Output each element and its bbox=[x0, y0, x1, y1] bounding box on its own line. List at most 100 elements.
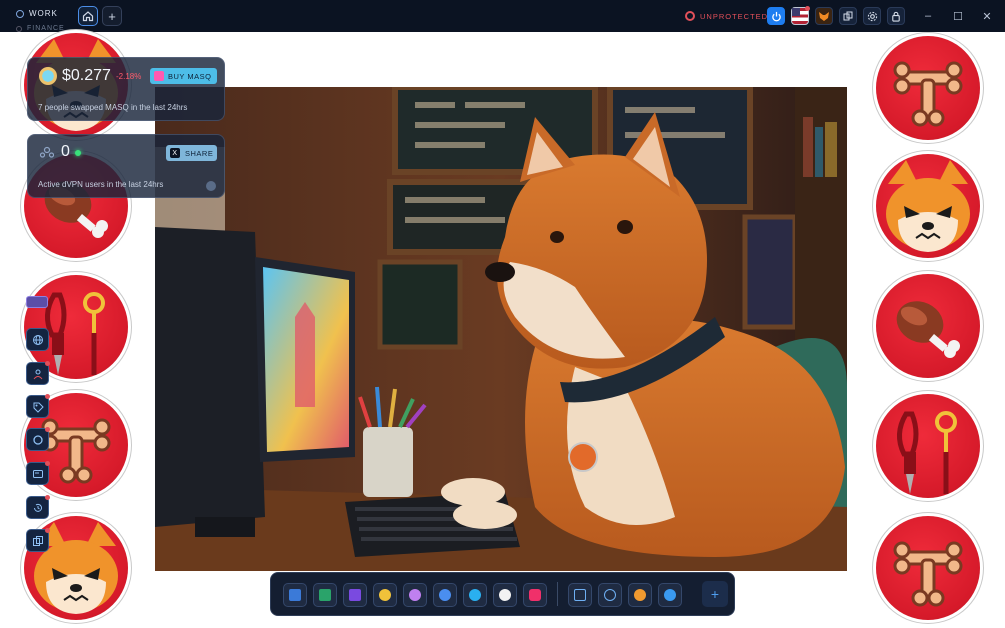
add-app-button[interactable]: + bbox=[702, 581, 728, 607]
bone-sticker bbox=[876, 36, 980, 140]
buy-masq-label: BUY MASQ bbox=[168, 71, 212, 81]
notification-dot bbox=[45, 361, 50, 366]
us-flag-icon bbox=[792, 8, 800, 16]
share-label: SHARE bbox=[185, 148, 214, 158]
share-button[interactable]: X SHARE bbox=[166, 145, 217, 161]
copy-files-button[interactable] bbox=[26, 528, 50, 552]
users-icon bbox=[39, 146, 55, 158]
price-change: -2.18% bbox=[116, 72, 142, 81]
ens-icon bbox=[439, 589, 451, 601]
dollar-icon bbox=[16, 25, 22, 32]
home-button[interactable] bbox=[78, 6, 98, 26]
close-icon: ✕ bbox=[982, 10, 992, 23]
wallet-extension-button[interactable] bbox=[815, 7, 833, 25]
notification-dot bbox=[45, 461, 50, 466]
dock-item-chart-app[interactable] bbox=[313, 583, 337, 607]
info-icon[interactable] bbox=[206, 181, 216, 191]
blue-app-icon bbox=[469, 589, 481, 601]
meat-sticker bbox=[876, 274, 980, 378]
opensea-icon bbox=[349, 589, 361, 601]
globe-icon bbox=[16, 9, 24, 18]
meat-icon bbox=[896, 301, 960, 358]
title-bar: WORK FINANCE + UNPROTECTED – ☐ ✕ bbox=[0, 0, 1005, 32]
dvpn-stats-text: Active dVPN users in the last 24hrs bbox=[38, 180, 164, 189]
shield-off-icon bbox=[685, 11, 695, 21]
workspace-work-label: WORK bbox=[29, 9, 58, 18]
globe-button[interactable] bbox=[26, 328, 49, 351]
region-flag-button[interactable] bbox=[791, 6, 810, 25]
dock-item-orange-app[interactable] bbox=[628, 583, 652, 607]
dock-item-app-store[interactable] bbox=[598, 583, 622, 607]
dock-item-opensea[interactable] bbox=[343, 583, 367, 607]
browser-icon bbox=[289, 589, 301, 601]
buy-masq-button[interactable]: BUY MASQ bbox=[150, 68, 217, 84]
shiba-at-computer-illustration bbox=[155, 87, 847, 571]
dock-item-lotus[interactable] bbox=[403, 583, 427, 607]
orange-app-icon bbox=[634, 589, 646, 601]
notification-dot bbox=[45, 394, 50, 399]
notification-dot bbox=[45, 427, 50, 432]
copy-icon bbox=[843, 11, 853, 21]
blue-diamond-icon bbox=[664, 589, 676, 601]
power-icon bbox=[771, 11, 781, 21]
token-price-widget[interactable]: $0.277 -2.18% BUY MASQ 7 people swapped … bbox=[27, 57, 225, 121]
shiba-face-sticker bbox=[876, 154, 980, 258]
workspace-work-tab[interactable]: WORK bbox=[16, 9, 58, 18]
dock-separator bbox=[557, 582, 558, 606]
wallet-icon bbox=[32, 469, 43, 478]
protection-status[interactable]: UNPROTECTED bbox=[685, 11, 768, 21]
wallet-button[interactable] bbox=[26, 461, 50, 485]
bone-sticker bbox=[876, 516, 980, 620]
dock-item-blue-app[interactable] bbox=[463, 583, 487, 607]
dock-item-browser[interactable] bbox=[283, 583, 307, 607]
notification-dot bbox=[45, 528, 50, 533]
dock-item-coin[interactable] bbox=[373, 583, 397, 607]
leash-icon bbox=[897, 411, 957, 494]
tag-button[interactable] bbox=[26, 394, 50, 418]
dvpn-users-widget[interactable]: 0 X SHARE Active dVPN users in the last … bbox=[27, 134, 225, 198]
app-window: WORK FINANCE + UNPROTECTED – ☐ ✕ $0.277 … bbox=[0, 0, 1005, 628]
circle-icon bbox=[32, 434, 43, 445]
notification-dot bbox=[45, 495, 50, 500]
shiba-face-icon bbox=[886, 160, 970, 252]
history-icon bbox=[33, 503, 42, 512]
circle-button[interactable] bbox=[26, 427, 50, 451]
folder-icon bbox=[574, 589, 586, 601]
dock-item-red-app[interactable] bbox=[523, 583, 547, 607]
x-logo-icon: X bbox=[170, 148, 180, 158]
red-app-icon bbox=[529, 589, 541, 601]
dock-item-blue-diamond[interactable] bbox=[658, 583, 682, 607]
new-tab-button[interactable]: + bbox=[102, 6, 122, 26]
plus-icon: + bbox=[710, 586, 720, 602]
dock-item-panda[interactable] bbox=[493, 583, 517, 607]
copy-button[interactable] bbox=[839, 7, 857, 25]
user-button[interactable] bbox=[26, 361, 50, 385]
dock-item-folder[interactable] bbox=[568, 583, 592, 607]
tag-icon bbox=[33, 402, 44, 413]
dock-item-ens[interactable] bbox=[433, 583, 457, 607]
lock-button[interactable] bbox=[887, 7, 905, 25]
power-button[interactable] bbox=[767, 7, 785, 25]
user-icon bbox=[33, 369, 42, 379]
swap-icon bbox=[154, 71, 164, 81]
fox-wallet-icon bbox=[819, 12, 829, 21]
protection-status-label: UNPROTECTED bbox=[700, 11, 769, 21]
close-button[interactable]: ✕ bbox=[980, 9, 994, 23]
coin-icon bbox=[379, 589, 391, 601]
globe-icon bbox=[32, 334, 43, 345]
toolbar-handle[interactable] bbox=[26, 296, 48, 308]
history-button[interactable] bbox=[26, 495, 50, 519]
swap-stats-text: 7 people swapped MASQ in the last 24hrs bbox=[38, 103, 188, 112]
settings-icon bbox=[867, 11, 877, 21]
settings-button[interactable] bbox=[863, 7, 881, 25]
bone-icon bbox=[893, 61, 963, 127]
minimize-button[interactable]: – bbox=[921, 9, 935, 23]
workspace-finance-tab[interactable]: FINANCE bbox=[16, 25, 65, 32]
wallpaper-image bbox=[155, 87, 847, 571]
lotus-icon bbox=[409, 589, 421, 601]
leash-sticker bbox=[876, 394, 980, 498]
maximize-button[interactable]: ☐ bbox=[951, 9, 965, 23]
plus-icon: + bbox=[108, 8, 116, 24]
live-indicator-icon bbox=[75, 150, 81, 156]
masq-coin-icon bbox=[39, 67, 57, 85]
